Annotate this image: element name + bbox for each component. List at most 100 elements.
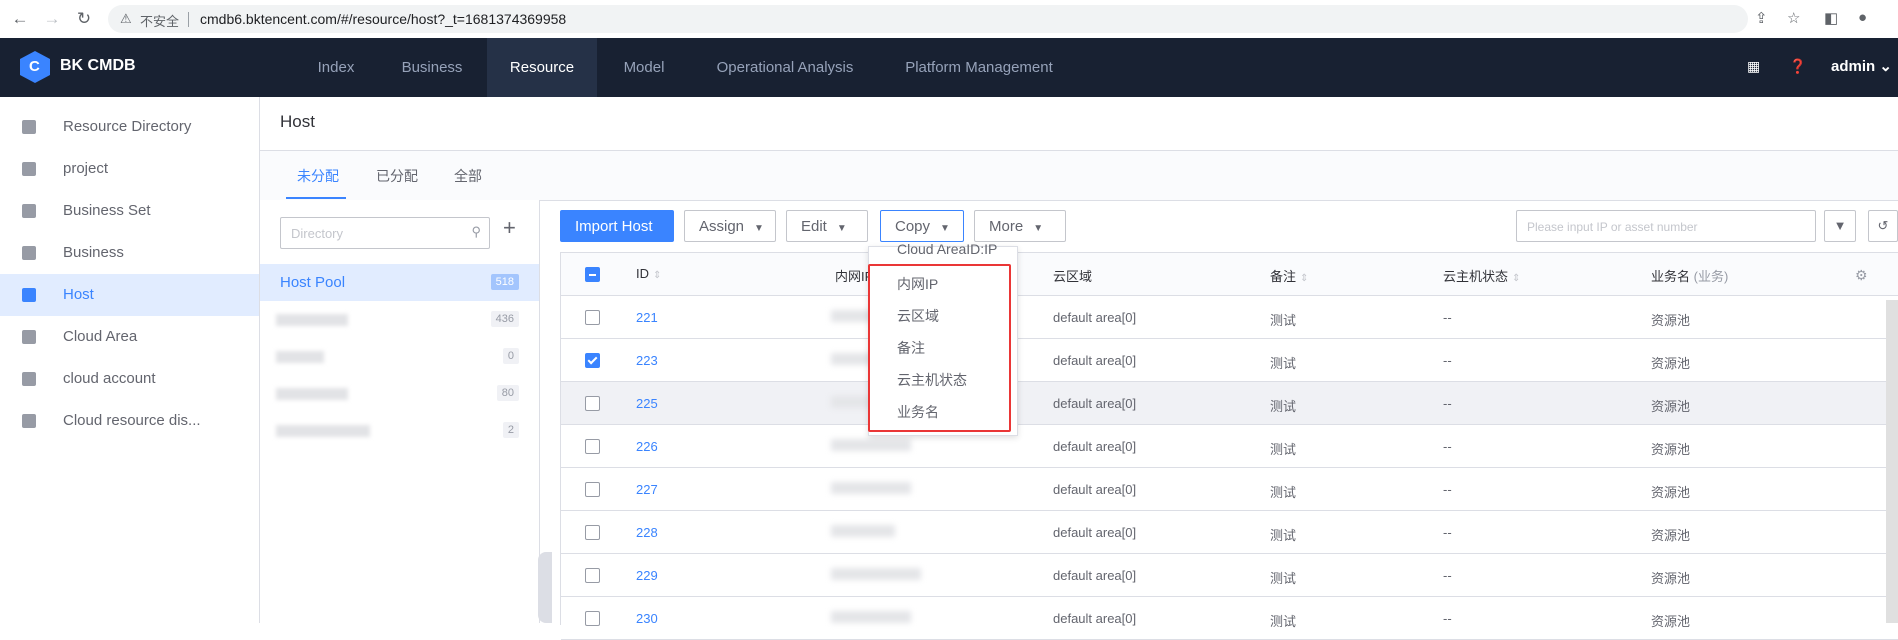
redacted-ip <box>831 568 921 580</box>
cloud-resource-icon <box>22 414 36 428</box>
filter-icon[interactable]: ▼ <box>1824 210 1856 242</box>
highlight-frame <box>868 264 1011 432</box>
nav-platform-management[interactable]: Platform Management <box>895 38 1063 97</box>
row-checkbox[interactable] <box>585 396 600 411</box>
import-host-button[interactable]: Import Host <box>560 210 674 242</box>
edit-dropdown[interactable]: Edit ▼ <box>786 210 868 242</box>
cmdb-logo-icon: C <box>20 51 50 83</box>
tab-all[interactable]: 全部 <box>454 166 482 186</box>
directory-search-input[interactable]: Directory ⚲ <box>280 217 490 249</box>
nav-model[interactable]: Model <box>612 38 676 97</box>
cloud-icon <box>22 330 36 344</box>
row-checkbox[interactable] <box>585 439 600 454</box>
top-navigation: C BK CMDB Index Business Resource Model … <box>0 38 1898 97</box>
tab-bar <box>260 151 1898 201</box>
sidepanel-icon[interactable]: ◧ <box>1824 9 1838 27</box>
redacted-ip <box>831 525 895 537</box>
table-row[interactable]: 229 default area[0] 测试 -- 资源池 <box>561 554 1898 597</box>
reload-icon[interactable]: ↻ <box>74 9 94 29</box>
redacted-ip <box>831 439 911 451</box>
redacted-ip <box>831 611 911 623</box>
redacted-ip <box>831 482 911 494</box>
table-scrollbar[interactable] <box>1886 300 1898 623</box>
row-checkbox[interactable] <box>585 568 600 583</box>
url-separator <box>188 12 189 27</box>
column-cloud-area[interactable]: 云区域 <box>1053 266 1092 285</box>
nav-operational-analysis[interactable]: Operational Analysis <box>705 38 865 97</box>
profile-icon[interactable]: ● <box>1858 9 1867 26</box>
row-checkbox[interactable] <box>585 310 600 325</box>
table-row[interactable]: 227 default area[0] 测试 -- 资源池 <box>561 468 1898 511</box>
title-bar <box>260 97 1898 151</box>
add-directory-icon[interactable]: + <box>503 215 516 241</box>
sidebar-item-project[interactable]: project <box>0 148 259 190</box>
sidebar-item-business[interactable]: Business <box>0 232 259 274</box>
directory-item[interactable]: 2 <box>260 412 539 449</box>
tab-unassigned[interactable]: 未分配 <box>297 166 339 186</box>
project-icon <box>22 162 36 176</box>
menu-item-cloud-area-ip[interactable]: Cloud AreaID:IP <box>897 241 997 257</box>
directory-item-host-pool[interactable]: Host Pool 518 <box>260 264 539 301</box>
host-icon <box>22 288 36 302</box>
share-icon[interactable]: ⇪ <box>1755 9 1768 27</box>
column-remark[interactable]: 备注 ⇕ <box>1270 266 1308 285</box>
browser-toolbar: ← → ↻ ⚠ 不安全 cmdb6.bktencent.com/#/resour… <box>0 0 1898 39</box>
star-icon[interactable]: ☆ <box>1787 9 1800 27</box>
table-row[interactable]: 230 default area[0] 测试 -- 资源池 <box>561 597 1898 640</box>
briefcase-icon <box>22 246 36 260</box>
sidebar-item-host[interactable]: Host <box>0 274 259 316</box>
table-header: ID ⇕ 内网IP 云区域 备注 ⇕ 云主机状态 ⇕ 业务名 (业务) ⚙ <box>561 253 1898 296</box>
table-row[interactable]: 221 default area[0] 测试 -- 资源池 <box>561 296 1898 339</box>
table-row[interactable]: 225 default area[0] 测试 -- 资源池 <box>561 382 1898 425</box>
table-row[interactable]: 223 default area[0] 测试 -- 资源池 <box>561 339 1898 382</box>
collapse-panel-handle[interactable] <box>538 552 552 623</box>
tab-assigned[interactable]: 已分配 <box>376 166 418 186</box>
chevron-down-icon: ▼ <box>940 223 950 234</box>
ip-search-input[interactable]: Please input IP or asset number <box>1516 210 1816 242</box>
table-row[interactable]: 226 default area[0] 测试 -- 资源池 <box>561 425 1898 468</box>
address-bar[interactable]: ⚠ 不安全 cmdb6.bktencent.com/#/resource/hos… <box>108 5 1748 33</box>
back-icon[interactable]: ← <box>10 9 30 29</box>
row-checkbox[interactable] <box>585 611 600 626</box>
language-icon[interactable]: ▦ <box>1747 58 1760 75</box>
sort-icon: ⇕ <box>653 270 662 281</box>
nav-business[interactable]: Business <box>390 38 474 97</box>
redacted-name <box>276 425 370 437</box>
column-cloud-status[interactable]: 云主机状态 ⇕ <box>1443 266 1520 285</box>
sidebar-item-resource-directory[interactable]: Resource Directory <box>0 106 259 148</box>
table-row[interactable]: 228 default area[0] 测试 -- 资源池 <box>561 511 1898 554</box>
directory-item[interactable]: 436 <box>260 301 539 338</box>
select-all-checkbox[interactable] <box>585 267 600 282</box>
sidebar-item-business-set[interactable]: Business Set <box>0 190 259 232</box>
active-tab-indicator <box>286 197 346 199</box>
chevron-down-icon: ▼ <box>836 223 847 234</box>
column-biz-name[interactable]: 业务名 (业务) <box>1651 266 1728 285</box>
gear-icon[interactable]: ⚙ <box>1855 267 1868 284</box>
sidebar-item-cloud-resource[interactable]: Cloud resource dis... <box>0 400 259 442</box>
assign-dropdown[interactable]: Assign ▼ <box>684 210 776 242</box>
directory-item[interactable]: 0 <box>260 338 539 375</box>
nav-index[interactable]: Index <box>300 38 372 97</box>
sort-icon: ⇕ <box>1300 273 1309 284</box>
history-icon[interactable]: ↺ <box>1868 210 1898 242</box>
column-id[interactable]: ID ⇕ <box>636 266 661 281</box>
directory-item[interactable]: 80 <box>260 375 539 412</box>
sidebar: Resource Directory project Business Set … <box>0 97 260 623</box>
insecure-label: 不安全 <box>140 14 180 29</box>
row-checkbox[interactable] <box>585 482 600 497</box>
username: admin <box>1831 58 1876 75</box>
forward-icon[interactable]: → <box>42 9 62 29</box>
url-text[interactable]: cmdb6.bktencent.com/#/resource/host?_t=1… <box>200 11 566 27</box>
chevron-down-icon: ▼ <box>1033 223 1044 234</box>
help-icon[interactable]: ❓ <box>1789 58 1806 75</box>
user-menu[interactable]: admin ⌄ <box>1831 57 1892 75</box>
search-icon[interactable]: ⚲ <box>471 224 481 240</box>
copy-dropdown[interactable]: Copy ▼ <box>880 210 964 242</box>
nav-resource[interactable]: Resource <box>487 38 597 97</box>
more-dropdown[interactable]: More ▼ <box>974 210 1066 242</box>
host-table: ID ⇕ 内网IP 云区域 备注 ⇕ 云主机状态 ⇕ 业务名 (业务) ⚙ 221 d… <box>560 252 1898 640</box>
row-checkbox[interactable] <box>585 525 600 540</box>
sidebar-item-cloud-area[interactable]: Cloud Area <box>0 316 259 358</box>
sidebar-item-cloud-account[interactable]: cloud account <box>0 358 259 400</box>
row-checkbox[interactable] <box>585 353 600 368</box>
